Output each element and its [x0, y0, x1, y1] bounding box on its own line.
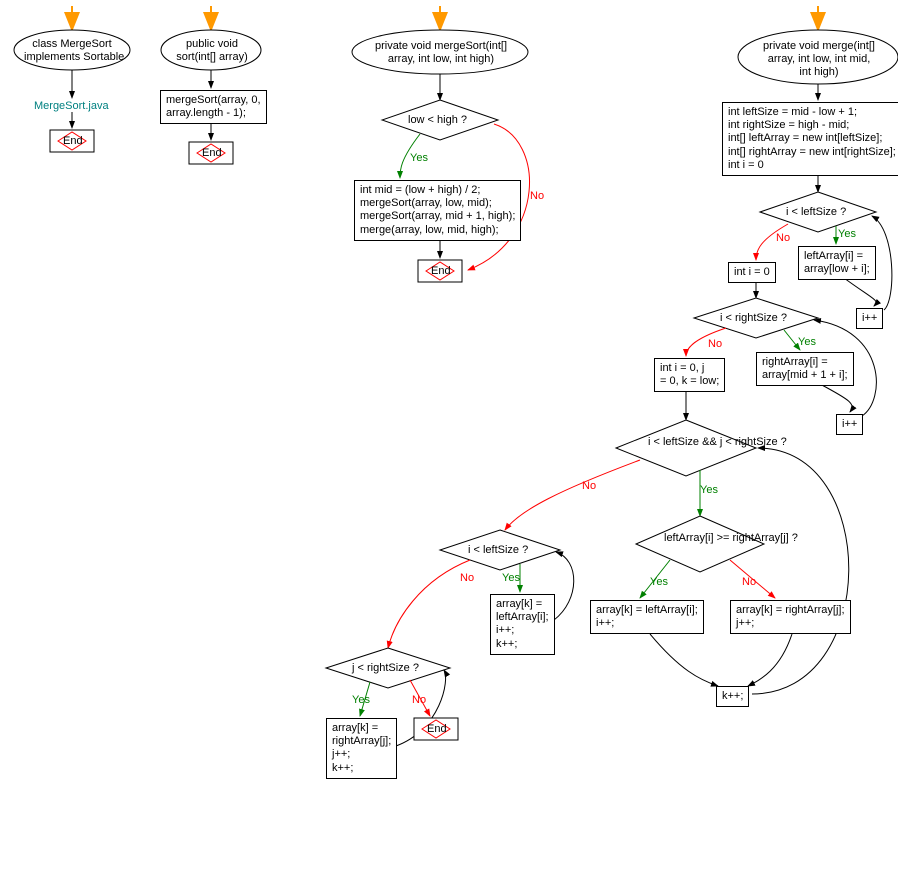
merge-c6-yes: array[k] = rightArray[j]; j++; k++;: [326, 718, 397, 779]
no-label: No: [776, 232, 790, 244]
merge-c5: i < leftSize ?: [468, 544, 528, 557]
no-label: No: [412, 694, 426, 706]
yes-label: Yes: [798, 336, 816, 348]
merge-c6: j < rightSize ?: [352, 662, 419, 675]
yes-label: Yes: [838, 228, 856, 240]
end-label-2: End: [202, 147, 222, 159]
yes-label: Yes: [352, 694, 370, 706]
yes-label: Yes: [502, 572, 520, 584]
sort-body: mergeSort(array, 0, array.length - 1);: [160, 90, 267, 124]
merge-kpp: k++;: [716, 686, 749, 707]
merge-c4: leftArray[i] >= rightArray[j] ?: [664, 532, 798, 545]
start-sort: public void sort(int[] array): [174, 38, 250, 64]
end-label-1: End: [63, 135, 83, 147]
merge-c1-yes: leftArray[i] = array[low + i];: [798, 246, 876, 280]
end-label-4: End: [427, 723, 447, 735]
yes-label: Yes: [650, 576, 668, 588]
merge-c4-yes: array[k] = leftArray[i]; i++;: [590, 600, 704, 634]
merge-c2: i < rightSize ?: [720, 312, 787, 325]
merge-c4-no: array[k] = rightArray[j]; j++;: [730, 600, 851, 634]
end-label-3: End: [431, 265, 451, 277]
file-label: MergeSort.java: [34, 100, 109, 112]
merge-c1-no: int i = 0: [728, 262, 776, 283]
mergesort-cond: low < high ?: [408, 114, 467, 127]
no-label: No: [530, 190, 544, 202]
merge-c1-inc: i++: [856, 308, 883, 329]
merge-c3: i < leftSize && j < rightSize ?: [648, 436, 787, 449]
merge-c2-yes: rightArray[i] = array[mid + 1 + i];: [756, 352, 854, 386]
merge-c2-no: int i = 0, j = 0, k = low;: [654, 358, 725, 392]
start-mergesort: private void mergeSort(int[] array, int …: [366, 40, 516, 66]
yes-label: Yes: [700, 484, 718, 496]
merge-init: int leftSize = mid - low + 1; int rightS…: [722, 102, 898, 176]
merge-c1: i < leftSize ?: [786, 206, 846, 219]
yes-label: Yes: [410, 152, 428, 164]
merge-c2-inc: i++: [836, 414, 863, 435]
no-label: No: [742, 576, 756, 588]
mergesort-body: int mid = (low + high) / 2; mergeSort(ar…: [354, 180, 521, 241]
no-label: No: [460, 572, 474, 584]
no-label: No: [582, 480, 596, 492]
start-merge: private void merge(int[] array, int low,…: [752, 40, 886, 80]
merge-c5-yes: array[k] = leftArray[i]; i++; k++;: [490, 594, 555, 655]
start-class: class MergeSort implements Sortable: [24, 38, 120, 64]
no-label: No: [708, 338, 722, 350]
